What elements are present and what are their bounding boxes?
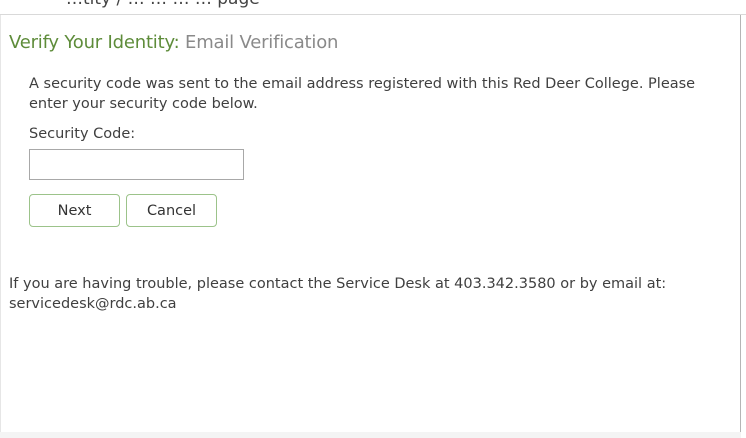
instruction-message: A security code was sent to the email ad… [29, 76, 696, 112]
cut-off-heading-text: …tity / … … … … page [66, 0, 260, 9]
cancel-button[interactable]: Cancel [126, 194, 217, 227]
security-code-label: Security Code: [29, 126, 136, 142]
title-main: Verify Your Identity: [9, 32, 180, 53]
title-subtitle: Email Verification [185, 32, 339, 53]
help-text: If you are having trouble, please contac… [9, 276, 667, 312]
bottom-edge [0, 432, 741, 438]
page-title: Verify Your Identity: Email Verification [9, 32, 338, 53]
security-code-input[interactable] [29, 149, 244, 180]
previous-section-edge: …tity / … … … … page [0, 0, 746, 15]
next-button[interactable]: Next [29, 194, 120, 227]
